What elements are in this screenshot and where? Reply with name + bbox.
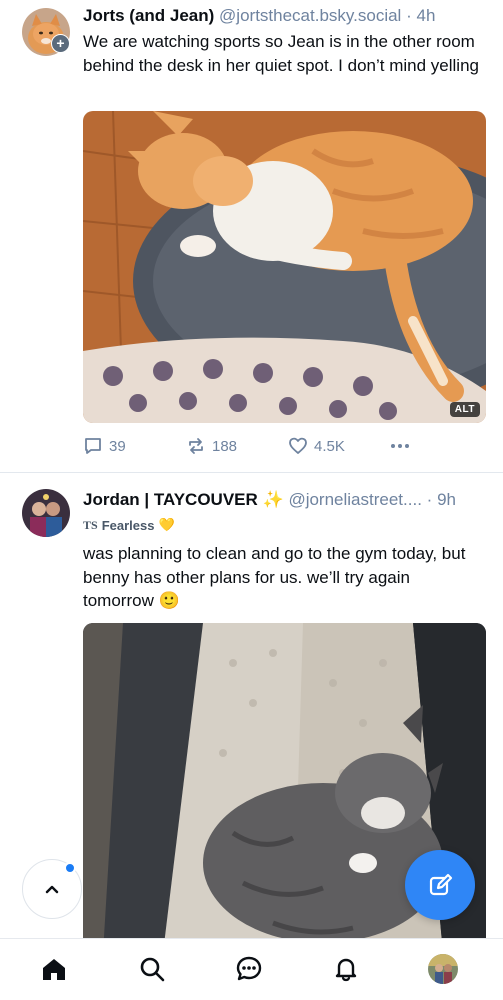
repost-arrows-icon — [189, 438, 203, 454]
author-handle[interactable]: @jortsthecat.bsky.social — [219, 6, 401, 25]
badge-prefix: TS — [83, 517, 98, 532]
post-time: 9h — [437, 490, 456, 509]
chevron-up-icon — [45, 885, 59, 894]
like-count: 4.5K — [314, 437, 345, 455]
author-handle[interactable]: @jorneliastreet.... — [288, 490, 421, 509]
unread-dot — [64, 862, 76, 874]
bell-icon — [335, 958, 357, 982]
avatar — [428, 954, 458, 984]
post-text: was planning to clean and go to the gym … — [83, 542, 483, 613]
home-icon — [43, 959, 65, 980]
like-button[interactable]: 4.5K — [288, 434, 345, 458]
separator: · — [406, 6, 412, 25]
heart-icon — [289, 437, 307, 454]
name-emoji: ✨ — [262, 490, 284, 509]
tab-chat[interactable] — [233, 953, 265, 985]
search-icon — [140, 957, 165, 982]
post-image[interactable]: ALT — [83, 111, 486, 423]
author-name[interactable]: Jorts (and Jean) — [83, 6, 214, 25]
profile-badge: TS Fearless 💛 — [83, 517, 175, 533]
tab-notifications[interactable] — [330, 953, 362, 985]
repost-button[interactable]: 188 — [186, 434, 237, 458]
reply-count: 39 — [109, 437, 126, 455]
reply-button[interactable]: 39 — [83, 434, 126, 458]
bottom-navigation — [0, 938, 503, 1000]
post-header: Jordan | TAYCOUVER ✨ @jorneliastreet....… — [83, 489, 456, 511]
chat-icon — [236, 956, 262, 981]
compose-button[interactable] — [405, 850, 475, 920]
post-time: 4h — [416, 6, 436, 25]
tab-profile[interactable] — [427, 953, 459, 985]
tab-home[interactable] — [38, 953, 70, 985]
avatar[interactable] — [22, 489, 70, 537]
post-text-body: was planning to clean and go to the gym … — [83, 544, 466, 610]
alt-text-badge[interactable]: ALT — [449, 402, 480, 417]
post-1[interactable]: + Jorts (and Jean) @jortsthecat.bsky.soc… — [0, 0, 503, 472]
tab-search[interactable] — [136, 953, 168, 985]
ellipsis-icon — [391, 444, 409, 448]
author-name[interactable]: Jordan | TAYCOUVER — [83, 490, 258, 509]
repost-count: 188 — [212, 437, 238, 455]
post-actions: 39 188 4.5K — [83, 434, 463, 458]
text-emoji: 🙂 — [158, 591, 180, 610]
post-header: Jorts (and Jean) @jortsthecat.bsky.socia… — [83, 5, 435, 27]
more-options-button[interactable] — [389, 434, 411, 458]
compose-pencil-icon — [429, 873, 453, 896]
separator: · — [426, 490, 433, 509]
post-text: We are watching sports so Jean is in the… — [83, 32, 479, 75]
speech-bubble-icon — [85, 438, 101, 454]
follow-plus-button[interactable]: + — [51, 34, 70, 53]
badge-label: Fearless — [101, 517, 155, 533]
badge-emoji: 💛 — [158, 517, 175, 532]
